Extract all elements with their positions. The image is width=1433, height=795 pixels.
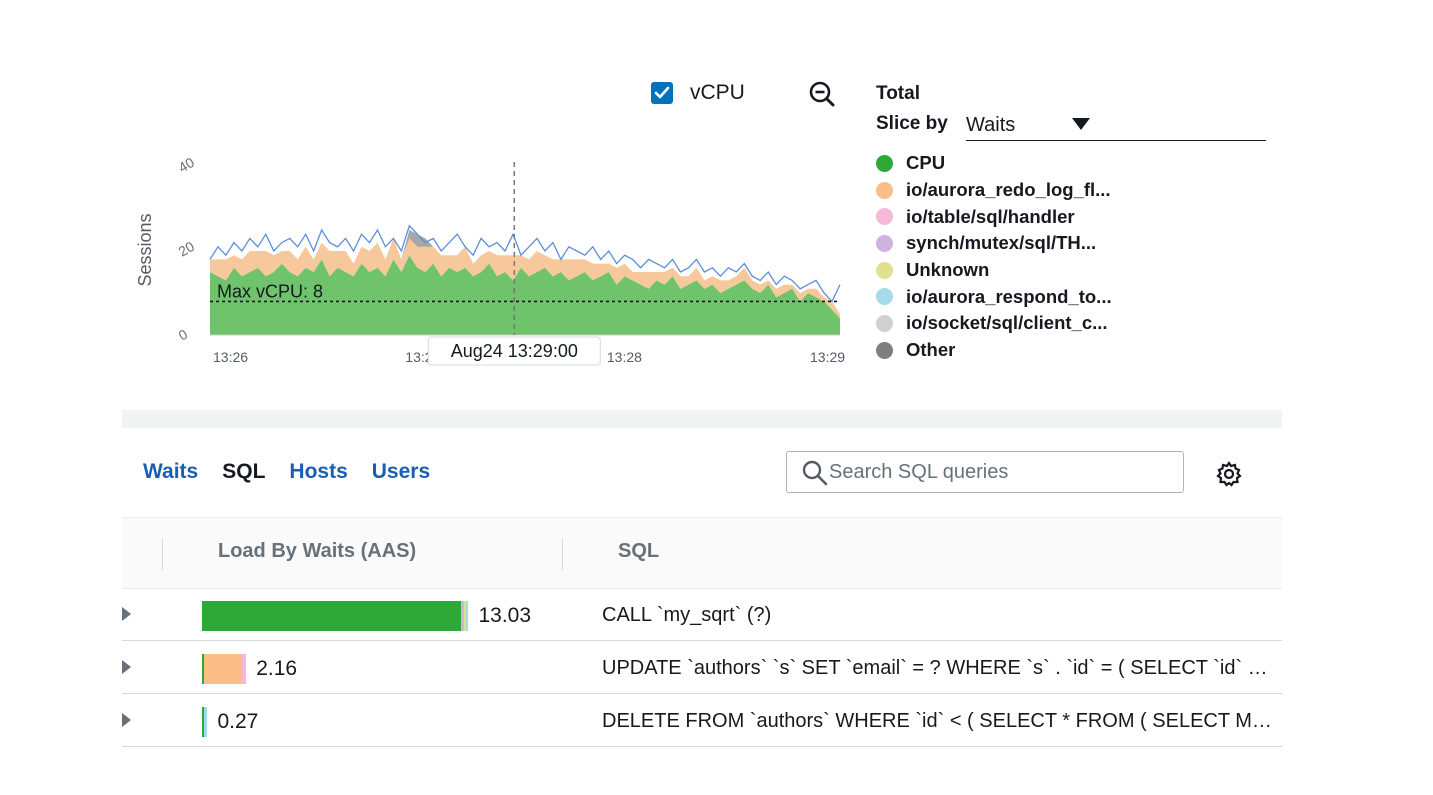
load-value: 0.27 <box>217 710 259 733</box>
legend-label: CPU <box>906 152 946 174</box>
sql-statement[interactable]: UPDATE `authors` `s` SET `email` = ? WHE… <box>602 657 1274 680</box>
legend-swatch <box>876 341 893 359</box>
load-bar-segment <box>204 654 243 684</box>
legend-item[interactable]: io/table/sql/handler <box>876 203 1112 230</box>
legend-swatch <box>876 288 893 306</box>
legend-item[interactable]: Other <box>876 337 1112 364</box>
y-tick-label: 40 <box>176 154 198 176</box>
load-value: 2.16 <box>256 657 298 680</box>
column-divider <box>162 538 163 570</box>
load-bar-segment <box>202 601 461 631</box>
search-icon <box>802 460 828 486</box>
expand-row-icon[interactable] <box>122 713 131 727</box>
zoom-out-icon[interactable] <box>808 80 836 108</box>
column-divider[interactable] <box>562 538 563 570</box>
legend-item[interactable]: io/aurora_redo_log_fl... <box>876 177 1112 204</box>
caret-down-icon <box>1072 118 1090 130</box>
db-load-chart[interactable]: Max vCPU: 802040Sessions13:26 13:27 13:28 1… <box>130 150 860 380</box>
legend-item[interactable]: io/socket/sql/client_c... <box>876 310 1112 337</box>
legend-item[interactable]: synch/mutex/sql/TH... <box>876 230 1112 257</box>
load-bar-segment <box>242 654 247 684</box>
load-bar-segment <box>466 601 469 631</box>
search-box[interactable] <box>786 451 1184 493</box>
expand-row-icon[interactable] <box>122 607 131 621</box>
search-input[interactable] <box>827 456 1171 488</box>
slice-by-label: Slice by <box>876 113 948 134</box>
legend-label: io/aurora_respond_to... <box>906 285 1112 307</box>
legend-label: io/socket/sql/client_c... <box>906 312 1108 334</box>
tab-users[interactable]: Users <box>372 460 430 484</box>
load-bar-segment <box>204 707 208 737</box>
table-row[interactable]: 0.27 DELETE FROM `authors` WHERE `id` < (… <box>122 695 1282 747</box>
slice-by-dropdown[interactable]: Waits <box>966 112 1266 141</box>
x-tick-label: 13:26 <box>213 349 248 365</box>
load-value: 13.03 <box>478 604 532 627</box>
tab-waits[interactable]: Waits <box>143 460 198 484</box>
gear-icon[interactable] <box>1214 459 1244 489</box>
table-row[interactable]: 2.16 UPDATE `authors` `s` SET `email` = ?… <box>122 642 1282 694</box>
column-header-load[interactable]: Load By Waits (AAS) <box>218 540 416 563</box>
dimension-tabs: Waits SQL Hosts Users <box>143 460 454 484</box>
legend-item[interactable]: CPU <box>876 150 1112 177</box>
tab-hosts[interactable]: Hosts <box>289 460 347 484</box>
legend-label: synch/mutex/sql/TH... <box>906 232 1097 254</box>
legend-swatch <box>876 314 893 332</box>
expand-row-icon[interactable] <box>122 660 131 674</box>
table-row[interactable]: 13.03 CALL `my_sqrt` (?) <box>122 589 1282 641</box>
tab-sql[interactable]: SQL <box>222 460 265 484</box>
column-header-sql[interactable]: SQL <box>618 540 659 563</box>
legend-swatch <box>876 234 893 252</box>
legend-swatch <box>876 181 893 199</box>
legend-label: Unknown <box>906 259 990 281</box>
table-header: Load By Waits (AAS) SQL <box>122 517 1282 589</box>
legend-swatch <box>876 208 893 226</box>
load-bar <box>202 601 469 631</box>
load-bar <box>202 654 247 684</box>
load-bar <box>202 707 208 737</box>
legend-item[interactable]: io/aurora_respond_to... <box>876 283 1112 310</box>
legend-swatch <box>876 261 893 279</box>
sql-statement[interactable]: CALL `my_sqrt` (?) <box>602 604 1274 627</box>
legend-label: io/aurora_redo_log_fl... <box>906 179 1111 201</box>
legend-title: Total <box>876 83 920 104</box>
vcpu-checkbox[interactable] <box>651 82 673 104</box>
sql-statement[interactable]: DELETE FROM `authors` WHERE `id` < ( SEL… <box>602 710 1274 733</box>
x-tick-label: 13:29 <box>810 349 845 365</box>
legend-list: CPU io/aurora_redo_log_fl... io/table/sql/… <box>876 150 1112 364</box>
slice-by-value: Waits <box>966 114 1016 136</box>
y-tick-label: 0 <box>176 326 191 344</box>
y-axis-label: Sessions <box>135 213 155 286</box>
vcpu-label[interactable]: vCPU <box>690 81 745 105</box>
legend-label: io/table/sql/handler <box>906 205 1075 227</box>
cursor-tooltip-label: Aug24 13:29:00 <box>451 341 578 361</box>
x-tick-label: 13:28 <box>607 349 642 365</box>
legend-item[interactable]: Unknown <box>876 257 1112 284</box>
y-tick-label: 20 <box>176 238 198 260</box>
max-vcpu-label: Max vCPU: 8 <box>217 281 323 301</box>
checkmark-icon <box>654 86 670 99</box>
panel-divider <box>122 410 1282 428</box>
legend-label: Other <box>906 339 956 361</box>
legend-swatch <box>876 154 893 172</box>
